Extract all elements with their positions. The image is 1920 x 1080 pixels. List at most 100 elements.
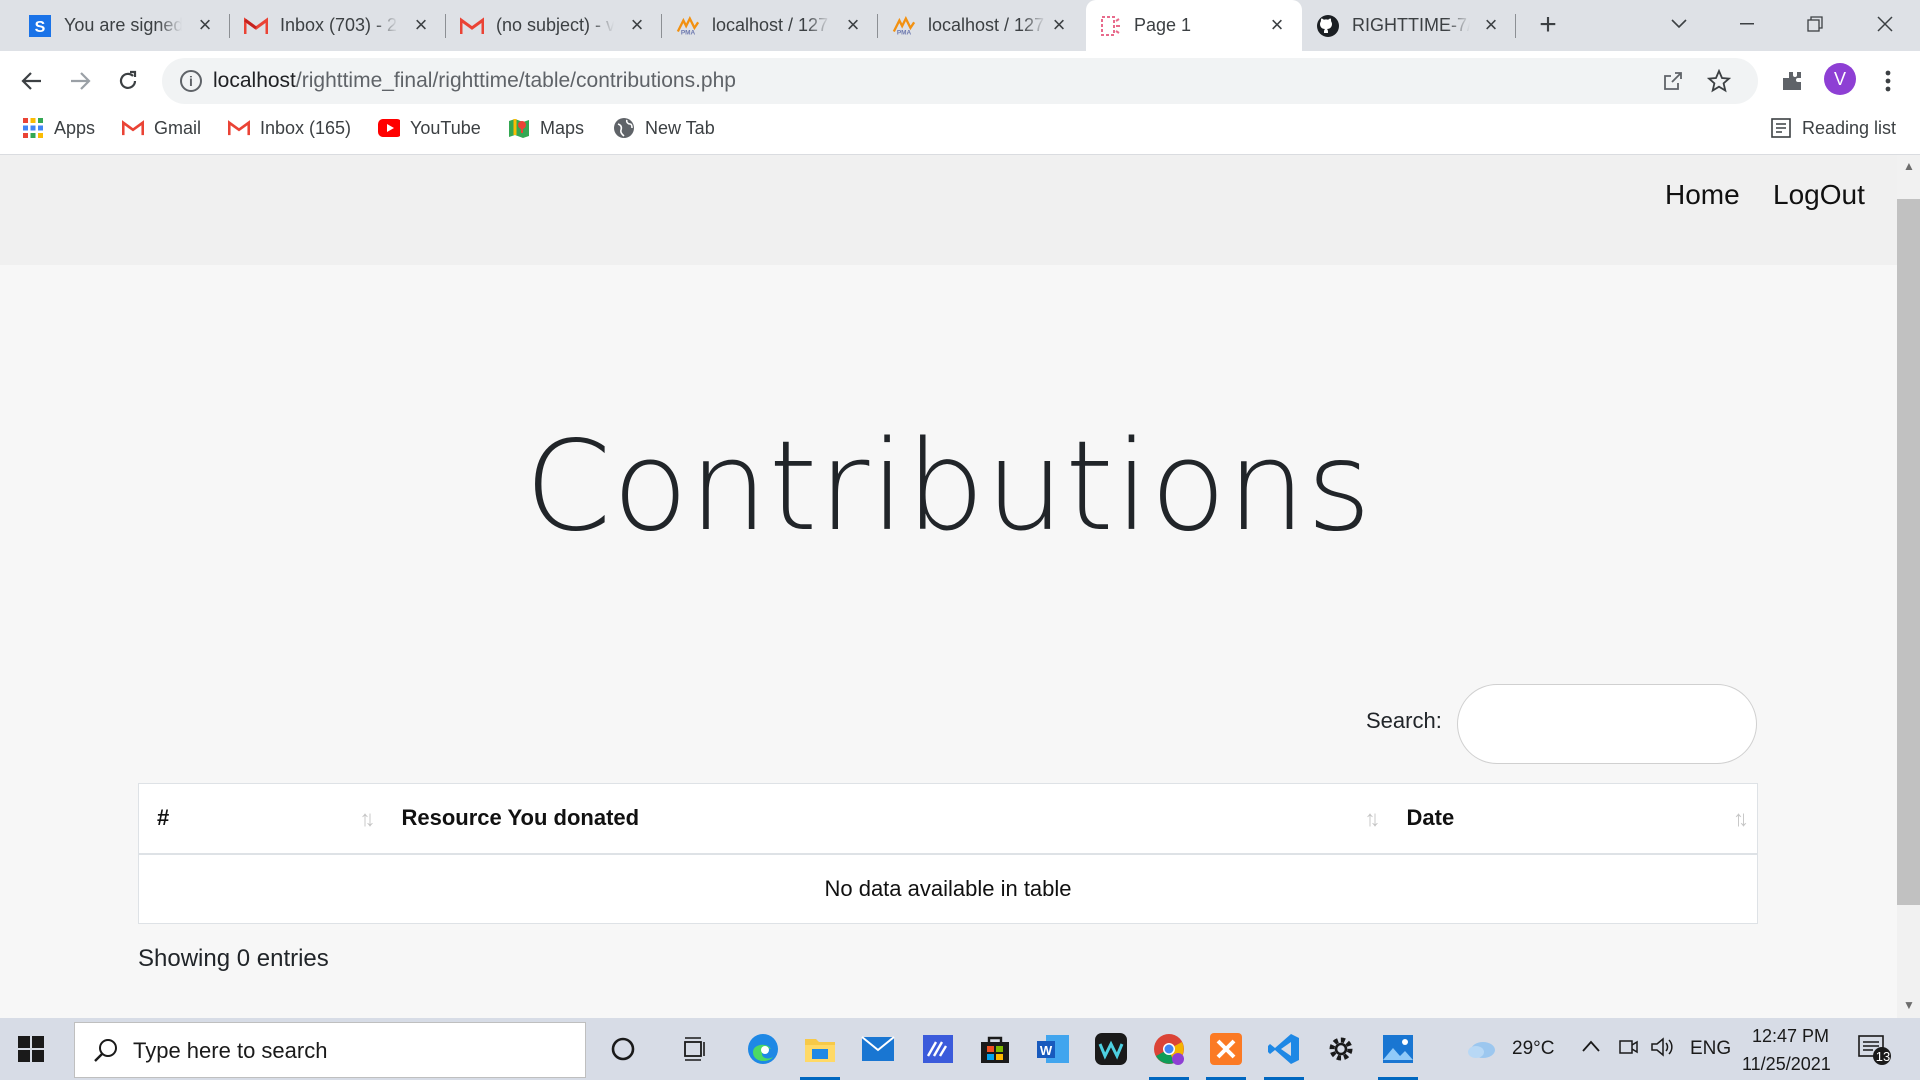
taskbar-search-box[interactable]: Type here to search	[74, 1022, 586, 1078]
tab-separator	[445, 14, 446, 38]
column-header-resource[interactable]: Resource You donated ↑↓	[383, 783, 1389, 855]
close-icon[interactable]: ×	[1048, 14, 1070, 36]
youtube-icon	[378, 117, 400, 139]
mail-icon[interactable]	[855, 1026, 901, 1072]
reading-list-icon	[1770, 117, 1792, 139]
chevron-up-icon[interactable]	[1582, 1036, 1600, 1058]
gmail-icon	[122, 117, 144, 139]
tab-title: (no subject) - v	[496, 15, 614, 35]
task-view-icon[interactable]	[672, 1026, 718, 1072]
tab-no-subject[interactable]: (no subject) - v ×	[448, 0, 662, 51]
bookmark-inbox[interactable]: Inbox (165)	[228, 114, 351, 142]
new-tab-button[interactable]: +	[1530, 9, 1566, 43]
clock-time[interactable]: 12:47 PM	[1752, 1026, 1829, 1047]
tab-separator	[229, 14, 230, 38]
forward-icon[interactable]	[62, 63, 98, 99]
edge-icon[interactable]	[740, 1026, 786, 1072]
whiteboard-icon[interactable]	[915, 1026, 961, 1072]
column-header-label: Date	[1406, 805, 1455, 831]
bookmark-label: Inbox (165)	[260, 117, 352, 138]
browser-toolbar: i localhost/righttime_final/righttime/ta…	[0, 51, 1920, 155]
notification-count: 13	[1875, 1049, 1891, 1064]
xampp-icon[interactable]	[1203, 1026, 1249, 1080]
tab-search-icon[interactable]	[1656, 8, 1702, 40]
language-indicator[interactable]: ENG	[1690, 1038, 1731, 1060]
bookmark-youtube[interactable]: YouTube	[378, 114, 481, 142]
tab-gmail-inbox[interactable]: Inbox (703) - 2 ×	[232, 0, 446, 51]
back-icon[interactable]	[14, 63, 50, 99]
cortana-icon[interactable]	[600, 1026, 646, 1072]
window-close-icon[interactable]	[1862, 8, 1908, 40]
tab-page-1[interactable]: Page 1 ×	[1086, 0, 1302, 51]
site-navbar: Home LogOut	[0, 155, 1897, 265]
close-icon[interactable]: ×	[626, 14, 648, 36]
close-icon[interactable]: ×	[842, 14, 864, 36]
reading-list-button[interactable]: Reading list	[1770, 114, 1896, 142]
tab-github[interactable]: RIGHTTIME-7/ ×	[1304, 0, 1516, 51]
settings-gear-icon[interactable]	[1318, 1026, 1364, 1072]
bookmark-star-icon[interactable]	[1706, 68, 1732, 94]
github-icon	[1316, 14, 1340, 38]
store-icon[interactable]	[972, 1026, 1018, 1072]
nav-logout-link[interactable]: LogOut	[1773, 179, 1865, 211]
address-bar[interactable]: i localhost/righttime_final/righttime/ta…	[162, 58, 1758, 104]
search-icon	[94, 1039, 117, 1062]
bookmark-maps[interactable]: Maps	[508, 114, 584, 142]
volume-icon[interactable]	[1650, 1036, 1674, 1064]
search-input[interactable]	[1457, 684, 1757, 764]
bookmark-label: Maps	[540, 117, 585, 138]
column-header-date[interactable]: Date ↑↓	[1388, 783, 1758, 855]
tab-localhost-1[interactable]: PMA localhost / 127 ×	[664, 0, 878, 51]
bookmark-new-tab[interactable]: New Tab	[613, 114, 715, 142]
photos-icon[interactable]	[1375, 1026, 1421, 1080]
close-icon[interactable]: ×	[410, 14, 432, 36]
bookmark-apps[interactable]: Apps	[22, 114, 95, 142]
bookmark-gmail[interactable]: Gmail	[122, 114, 201, 142]
scroll-up-icon[interactable]: ▲	[1903, 159, 1915, 173]
tab-title: RIGHTTIME-7/	[1352, 15, 1470, 35]
windows-taskbar: Type here to search W 29°C ENG 12:47 PM …	[0, 1018, 1920, 1080]
close-icon[interactable]: ×	[1266, 14, 1288, 36]
site-info-icon[interactable]: i	[180, 70, 202, 92]
empty-table-message: No data available in table	[138, 853, 1758, 924]
bookmark-label: Gmail	[154, 117, 202, 138]
url-host: localhost	[213, 69, 296, 92]
extensions-icon[interactable]	[1776, 65, 1808, 97]
scroll-down-icon[interactable]: ▼	[1903, 998, 1915, 1012]
close-icon[interactable]: ×	[194, 14, 216, 36]
url-text[interactable]: localhost/righttime_final/righttime/tabl…	[213, 69, 736, 93]
tab-title: Inbox (703) - 2	[280, 15, 398, 35]
restore-icon[interactable]	[1792, 8, 1838, 40]
reload-icon[interactable]	[110, 63, 146, 99]
tab-title: You are signed in	[64, 15, 182, 35]
windows-start-icon[interactable]	[18, 1036, 44, 1062]
file-explorer-icon[interactable]	[797, 1026, 843, 1080]
vscode-icon[interactable]	[1261, 1026, 1307, 1080]
s-icon: S	[28, 14, 52, 38]
menu-kebab-icon[interactable]	[1872, 65, 1904, 97]
column-header-number[interactable]: # ↑↓	[138, 783, 384, 855]
tab-localhost-2[interactable]: PMA localhost / 127 ×	[880, 0, 1084, 51]
table-info: Showing 0 entries	[138, 945, 329, 972]
scrollbar-thumb[interactable]	[1897, 199, 1920, 905]
share-icon[interactable]	[1660, 68, 1686, 94]
close-icon[interactable]: ×	[1480, 14, 1502, 36]
minimize-icon[interactable]	[1724, 8, 1770, 40]
word-icon[interactable]: W	[1030, 1026, 1076, 1072]
profile-avatar[interactable]: V	[1824, 63, 1856, 95]
phpmyadmin-icon: PMA	[892, 14, 916, 38]
page-icon	[1098, 14, 1122, 38]
chrome-icon[interactable]	[1146, 1026, 1192, 1080]
meet-now-icon[interactable]	[1618, 1036, 1638, 1064]
clock-date[interactable]: 11/25/2021	[1742, 1054, 1831, 1075]
search-label: Search:	[1366, 708, 1442, 733]
tab-signed-in[interactable]: S You are signed in ×	[16, 0, 230, 51]
nav-home-link[interactable]: Home	[1665, 179, 1740, 211]
temperature-text[interactable]: 29°C	[1512, 1038, 1554, 1060]
weather-icon[interactable]	[1466, 1037, 1496, 1065]
webex-icon[interactable]	[1088, 1026, 1134, 1072]
svg-text:S: S	[35, 19, 46, 36]
vertical-scrollbar[interactable]: ▲ ▼	[1897, 155, 1920, 1018]
gmail-icon	[244, 14, 268, 38]
page-title: Contributions	[524, 415, 1373, 559]
